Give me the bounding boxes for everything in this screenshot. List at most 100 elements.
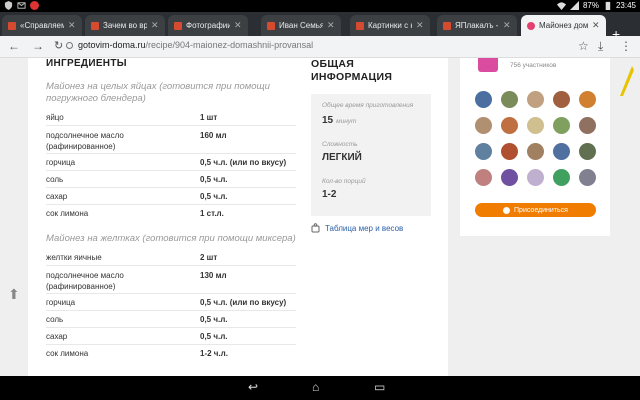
heading-line: ИНФОРМАЦИЯ	[311, 71, 393, 83]
member-avatar[interactable]	[527, 143, 544, 160]
member-avatar[interactable]	[579, 169, 596, 186]
member-avatar[interactable]	[579, 117, 596, 134]
ingredient-quantity: 2 шт	[200, 253, 218, 262]
browser-tab[interactable]: «Справляемся ✕	[2, 15, 82, 36]
site-favicon-icon	[267, 21, 275, 30]
cook-time-number: 15	[322, 115, 334, 126]
ingredient-name: горчица	[46, 158, 76, 167]
back-arrow-icon[interactable]: ←	[8, 39, 20, 53]
forward-arrow-icon[interactable]: →	[32, 39, 44, 53]
browser-tab[interactable]: Зачем во врем ✕	[85, 15, 165, 36]
close-icon[interactable]: ✕	[234, 20, 242, 31]
member-avatars	[475, 91, 596, 186]
ingredient-row: подсолнечное масло (рафинированное) 160 м…	[46, 126, 296, 154]
close-icon[interactable]: ✕	[151, 20, 159, 31]
menu-kebab-icon[interactable]: ⋮	[620, 39, 632, 53]
close-icon[interactable]: ✕	[592, 20, 600, 31]
wifi-icon	[556, 2, 566, 10]
scroll-top-arrow-icon[interactable]: ⬆	[8, 286, 22, 304]
measuring-tape-icon	[620, 66, 634, 96]
ingredient-row: горчица 0,5 ч.л. (или по вкусу)	[46, 294, 296, 311]
ingredient-quantity: 130 мл	[200, 271, 227, 280]
general-info-heading: ОБЩАЯ ИНФОРМАЦИЯ	[311, 58, 392, 84]
browser-tab[interactable]: Иван Семьян. А ✕	[261, 15, 341, 36]
browser-tab-active[interactable]: Майонез дома ✕	[521, 15, 606, 36]
battery-icon	[605, 1, 611, 10]
ingredient-name: сахар	[46, 332, 68, 341]
close-icon[interactable]: ✕	[327, 20, 335, 31]
difficulty-label: Сложность	[322, 141, 358, 148]
member-avatar[interactable]	[579, 91, 596, 108]
member-avatar[interactable]	[475, 143, 492, 160]
member-avatar[interactable]	[527, 169, 544, 186]
member-avatar[interactable]	[527, 117, 544, 134]
member-avatar[interactable]	[475, 117, 492, 134]
member-avatar[interactable]	[475, 169, 492, 186]
portions-value: 1-2	[322, 189, 337, 200]
ingredient-quantity: 0,5 ч.л. (или по вкусу)	[200, 158, 287, 167]
shield-icon	[4, 1, 13, 10]
member-avatar[interactable]	[553, 143, 570, 160]
member-avatar[interactable]	[527, 91, 544, 108]
browser-tab[interactable]: ЯПлакалъ - Раз ✕	[437, 15, 517, 36]
member-avatar[interactable]	[579, 143, 596, 160]
system-nav-bar: ↩ ⌂ ▭	[0, 376, 640, 400]
member-avatar[interactable]	[553, 117, 570, 134]
ingredient-name: подсолнечное масло (рафинированное)	[46, 131, 124, 151]
address-bar: ← → ↻ gotovim-doma.ru/recipe/904-maionez…	[0, 36, 640, 58]
ingredient-quantity: 0,5 ч.л.	[200, 315, 228, 324]
mail-icon	[17, 2, 26, 9]
close-icon[interactable]: ✕	[68, 20, 76, 31]
url-path: /recipe/904-maionez-domashnii-provansal	[145, 40, 314, 50]
back-nav-icon[interactable]: ↩	[248, 380, 258, 394]
site-favicon-icon	[443, 21, 451, 30]
ingredient-name: соль	[46, 175, 64, 184]
tab-title: Фотографии об	[186, 21, 230, 30]
member-avatar[interactable]	[501, 117, 518, 134]
site-info-icon[interactable]	[66, 42, 73, 49]
reload-icon[interactable]: ↻	[54, 39, 63, 52]
tab-title: Иван Семьян. А	[279, 21, 323, 30]
member-avatar[interactable]	[553, 91, 570, 108]
ingredient-quantity: 0,5 ч.л.	[200, 175, 228, 184]
browser-tab[interactable]: Фотографии об ✕	[168, 15, 248, 36]
join-button[interactable]: Присоединиться	[475, 203, 596, 217]
close-icon[interactable]: ✕	[503, 20, 511, 31]
tab-title: Картинки с над	[368, 21, 412, 30]
download-icon[interactable]: ⤓	[598, 39, 603, 54]
ingredient-name: сок лимона	[46, 209, 89, 218]
ingredient-quantity: 1 шт	[200, 113, 218, 122]
cook-time-unit: минут	[336, 118, 357, 125]
notification-icon	[30, 1, 39, 10]
member-avatar[interactable]	[553, 169, 570, 186]
member-avatar[interactable]	[501, 143, 518, 160]
browser-tab[interactable]: Картинки с над ✕	[350, 15, 430, 36]
member-avatar[interactable]	[501, 91, 518, 108]
scale-icon	[311, 223, 320, 233]
ingredient-name: горчица	[46, 298, 76, 307]
ingredient-name: подсолнечное масло (рафинированное)	[46, 271, 124, 291]
home-nav-icon[interactable]: ⌂	[312, 380, 319, 394]
difficulty-value: ЛЕГКИЙ	[322, 152, 362, 163]
ingredient-row: желтки яичные 2 шт	[46, 249, 296, 266]
ingredient-name: желтки яичные	[46, 253, 102, 262]
ingredient-name: яйцо	[46, 113, 64, 122]
member-avatar[interactable]	[501, 169, 518, 186]
measures-table-link[interactable]: Таблица мер и весов	[325, 224, 403, 233]
ingredient-row: соль 0,5 ч.л.	[46, 311, 296, 328]
site-favicon-icon	[8, 21, 16, 30]
ingredient-row: сахар 0,5 ч.л.	[46, 188, 296, 205]
ingredients-heading: ИНГРЕДИЕНТЫ	[46, 58, 127, 69]
group-logo[interactable]	[478, 58, 498, 72]
ingredient-name: сахар	[46, 192, 68, 201]
member-avatar[interactable]	[475, 91, 492, 108]
clock: 23:45	[615, 1, 636, 10]
recents-nav-icon[interactable]: ▭	[374, 380, 385, 394]
bookmark-star-icon[interactable]: ☆	[578, 39, 589, 53]
close-icon[interactable]: ✕	[416, 20, 424, 31]
ingredients-section-title: Майонез на желтках (готовится при помощи…	[46, 233, 296, 244]
tab-title: Зачем во врем	[103, 21, 147, 30]
battery-level: 87%	[582, 1, 599, 10]
site-favicon-icon	[91, 21, 99, 30]
url-field[interactable]: gotovim-doma.ru/recipe/904-maionez-domas…	[78, 40, 313, 50]
